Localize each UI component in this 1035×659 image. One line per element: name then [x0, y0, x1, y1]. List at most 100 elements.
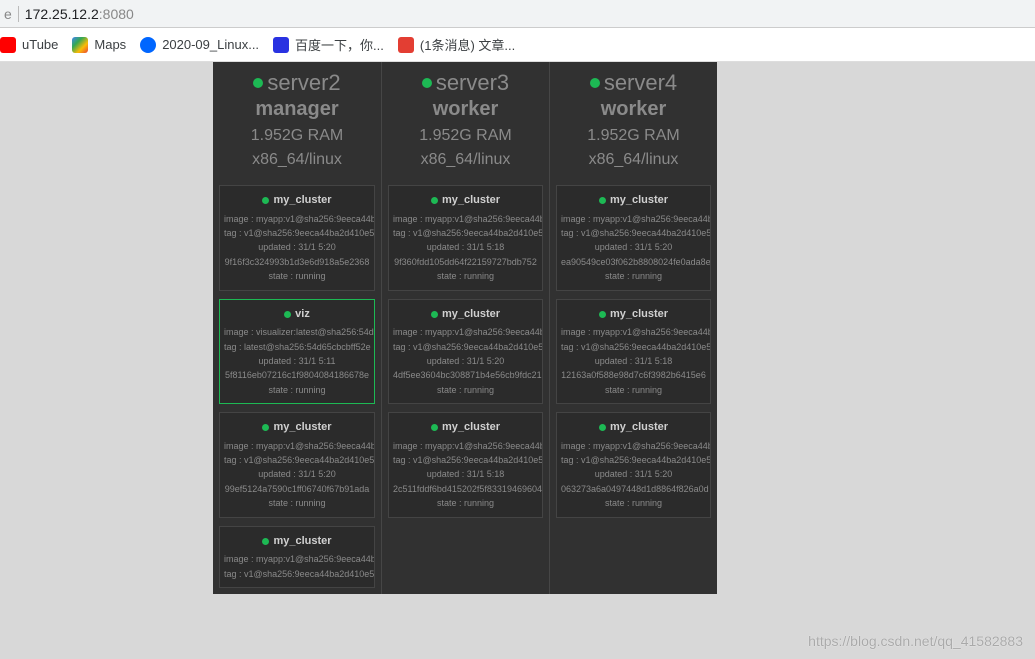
bookmark-favicon — [0, 37, 16, 53]
node-name: server3 — [436, 70, 509, 96]
bookmark-item-0[interactable]: uTube — [0, 37, 58, 53]
viewport: server2manager 1.952G RAM x86_64/linux my_c… — [0, 62, 1035, 659]
card-info-line: updated : 31/1 5:20 — [561, 467, 706, 481]
status-dot-icon — [262, 424, 269, 431]
card-info-line: tag : v1@sha256:9eeca44ba2d410e5 — [561, 453, 706, 467]
card-info-line: tag : v1@sha256:9eeca44ba2d410e5 — [224, 226, 370, 240]
bookmark-item-4[interactable]: (1条消息) 文章... — [398, 35, 515, 54]
node-role: manager — [217, 98, 377, 121]
url-bar[interactable]: e 172.25.12.2 :8080 — [0, 0, 1035, 28]
bookmarks-bar: uTube Maps 2020-09_Linux... 百度一下，你... (1条消息)… — [0, 28, 1035, 62]
card-info-line: ea90549ce03f062b8808024fe0ada8e — [561, 255, 706, 269]
status-dot-icon — [431, 311, 438, 318]
node-server3: server3worker1.952G RAMx86_64/linuxmy_cl… — [381, 62, 549, 594]
node-header: server3worker1.952G RAMx86_64/linux — [382, 62, 549, 179]
card-info-line: updated : 31/1 5:18 — [393, 240, 538, 254]
bookmark-favicon — [398, 37, 414, 53]
card-title: my_cluster — [393, 419, 538, 437]
status-dot-icon — [262, 197, 269, 204]
card-title: my_cluster — [224, 533, 370, 551]
card-info-line: updated : 31/1 5:18 — [393, 467, 538, 481]
card-info-line: 4df5ee3604bc308871b4e56cb9fdc21 — [393, 368, 538, 382]
status-dot-icon — [599, 311, 606, 318]
card-info-line: state : running — [393, 496, 538, 510]
card-info-line: image : myapp:v1@sha256:9eeca44b — [224, 552, 370, 566]
status-dot-icon — [262, 538, 269, 545]
status-dot-icon — [422, 78, 432, 88]
card-title: viz — [224, 306, 370, 324]
card-title-text: my_cluster — [273, 419, 331, 437]
card-info-line: tag : v1@sha256:9eeca44ba2d410e5 — [224, 567, 370, 581]
node-ram: 1.952G RAM — [386, 127, 545, 145]
status-dot-icon — [599, 424, 606, 431]
node-header: server4worker1.952G RAMx86_64/linux — [550, 62, 717, 179]
card-info-line: state : running — [561, 496, 706, 510]
bookmark-item-2[interactable]: 2020-09_Linux... — [140, 37, 259, 53]
service-card[interactable]: my_clusterimage : myapp:v1@sha256:9eeca4… — [556, 299, 711, 405]
bookmark-label: 百度一下，你... — [295, 35, 384, 54]
node-title: server2 — [217, 70, 377, 96]
card-info-line: state : running — [393, 383, 538, 397]
bookmark-label: uTube — [22, 37, 58, 52]
card-info-line: image : myapp:v1@sha256:9eeca44b — [224, 212, 370, 226]
bookmark-label: 2020-09_Linux... — [162, 37, 259, 52]
card-info-line: 2c511fddf6bd415202f5f83319469604 — [393, 482, 538, 496]
service-card[interactable]: my_clusterimage : myapp:v1@sha256:9eeca4… — [388, 185, 543, 291]
service-card[interactable]: my_clusterimage : myapp:v1@sha256:9eeca4… — [556, 185, 711, 291]
status-dot-icon — [284, 311, 291, 318]
card-info-line: 99ef5124a7590c1ff06740f67b91ada — [224, 482, 370, 496]
bookmark-label: Maps — [94, 37, 126, 52]
card-info-line: updated : 31/1 5:20 — [224, 240, 370, 254]
card-info-line: updated : 31/1 5:20 — [224, 467, 370, 481]
status-dot-icon — [590, 78, 600, 88]
card-info-line: state : running — [393, 269, 538, 283]
card-title: my_cluster — [561, 306, 706, 324]
bookmark-label: (1条消息) 文章... — [420, 35, 515, 54]
card-info-line: state : running — [561, 269, 706, 283]
card-title-text: my_cluster — [273, 533, 331, 551]
node-ram: 1.952G RAM — [217, 127, 377, 145]
service-card[interactable]: my_clusterimage : myapp:v1@sha256:9eeca4… — [219, 185, 375, 291]
card-title-text: my_cluster — [273, 192, 331, 210]
card-title-text: my_cluster — [442, 419, 500, 437]
bookmark-item-3[interactable]: 百度一下，你... — [273, 35, 384, 54]
card-info-line: updated : 31/1 5:11 — [224, 354, 370, 368]
service-card[interactable]: vizimage : visualizer:latest@sha256:54dt… — [219, 299, 375, 405]
node-role: worker — [386, 98, 545, 121]
card-title: my_cluster — [561, 192, 706, 210]
card-info-line: tag : latest@sha256:54d65cbcbff52e — [224, 340, 370, 354]
card-info-line: tag : v1@sha256:9eeca44ba2d410e5 — [393, 226, 538, 240]
status-dot-icon — [599, 197, 606, 204]
card-title-text: my_cluster — [610, 192, 668, 210]
node-arch: x86_64/linux — [217, 151, 377, 169]
card-info-line: 063273a6a0497448d1d8864f826a0d — [561, 482, 706, 496]
bookmark-favicon — [72, 37, 88, 53]
card-title-text: viz — [295, 306, 310, 324]
url-bar-prefix: e — [4, 6, 19, 22]
card-title: my_cluster — [224, 192, 370, 210]
card-info-line: 5f8116eb07216c1f9804084186678e — [224, 368, 370, 382]
card-info-line: image : myapp:v1@sha256:9eeca44b — [393, 212, 538, 226]
status-dot-icon — [431, 424, 438, 431]
node-server2: server2manager 1.952G RAM x86_64/linux my_c… — [213, 62, 381, 594]
card-info-line: updated : 31/1 5:20 — [561, 240, 706, 254]
status-dot-icon — [431, 197, 438, 204]
service-card[interactable]: my_clusterimage : myapp:v1@sha256:9eeca4… — [219, 412, 375, 518]
service-card[interactable]: my_clusterimage : myapp:v1@sha256:9eeca4… — [388, 299, 543, 405]
node-arch: x86_64/linux — [554, 151, 713, 169]
node-title: server3 — [386, 70, 545, 96]
node-name: server2 — [267, 70, 340, 96]
card-title: my_cluster — [561, 419, 706, 437]
card-info-line: state : running — [224, 383, 370, 397]
service-card[interactable]: my_clusterimage : myapp:v1@sha256:9eeca4… — [219, 526, 375, 588]
node-title: server4 — [554, 70, 713, 96]
service-card[interactable]: my_clusterimage : myapp:v1@sha256:9eeca4… — [388, 412, 543, 518]
card-title-text: my_cluster — [442, 306, 500, 324]
service-card[interactable]: my_clusterimage : myapp:v1@sha256:9eeca4… — [556, 412, 711, 518]
bookmark-item-1[interactable]: Maps — [72, 37, 126, 53]
node-server4: server4worker1.952G RAMx86_64/linuxmy_cl… — [549, 62, 717, 594]
url-host: 172.25.12.2 — [25, 6, 99, 22]
card-info-line: tag : v1@sha256:9eeca44ba2d410e5 — [224, 453, 370, 467]
card-title-text: my_cluster — [610, 306, 668, 324]
card-title: my_cluster — [393, 192, 538, 210]
